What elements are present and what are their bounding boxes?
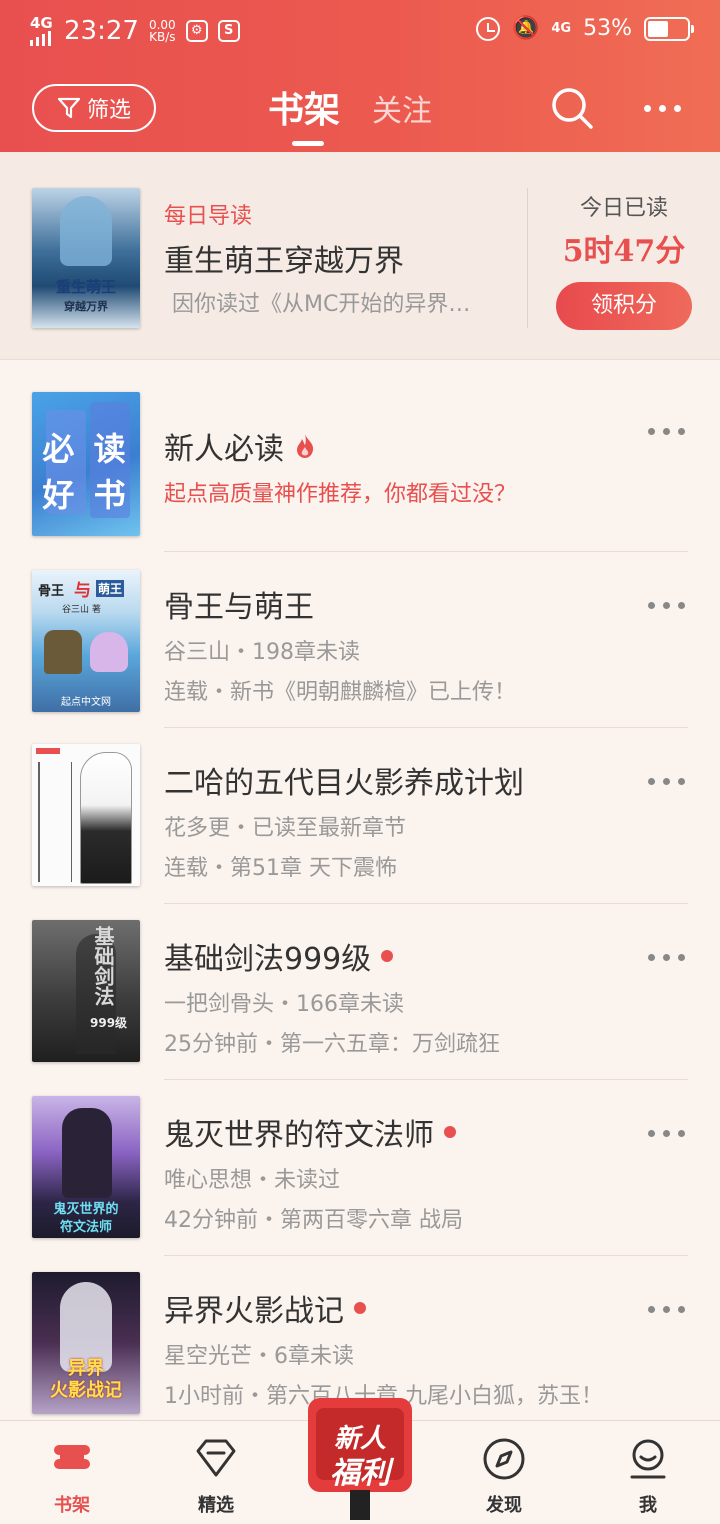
- book-update: 42分钟前・第两百零六章 战局: [164, 1208, 463, 1233]
- new-user-welfare-button[interactable]: 新人 福利: [302, 1396, 418, 1520]
- book-meta: 一把剑骨头・166章未读: [164, 992, 404, 1017]
- more-options-button[interactable]: [644, 96, 692, 120]
- row-more-button[interactable]: [648, 428, 685, 435]
- book-cover[interactable]: 骨王 与 萌王 谷三山 著 起点中文网: [32, 570, 140, 712]
- book-subtitle: 起点高质量神作推荐，你都看过没？: [164, 482, 517, 507]
- battery-icon: [644, 16, 694, 41]
- active-tab-indicator: [292, 141, 324, 146]
- user-icon: [630, 1439, 666, 1479]
- tab-bookshelf[interactable]: 书架: [268, 84, 341, 146]
- daily-book-title[interactable]: 重生萌王穿越万界: [164, 236, 404, 280]
- book-meta: 唯心思想・未读过: [164, 1168, 341, 1193]
- list-item[interactable]: 基础剑法 999级 基础剑法999级 一把剑骨头・166章未读 25分钟前・第一…: [0, 888, 720, 1064]
- row-more-button[interactable]: [648, 1306, 685, 1313]
- filter-label: 筛选: [86, 98, 131, 123]
- daily-guide-banner[interactable]: 重生萌王 穿越万界 每日导读 重生萌王穿越万界 因你读过《从MC开始的异界… 今…: [0, 152, 720, 360]
- nav-me[interactable]: 我: [598, 1421, 698, 1521]
- list-item[interactable]: 骨王 与 萌王 谷三山 著 起点中文网 骨王与萌王 谷三山・198章未读 连载・…: [0, 536, 720, 712]
- daily-book-cover[interactable]: 重生萌王 穿越万界: [32, 188, 140, 328]
- book-meta: 花多更・已读至最新章节: [164, 816, 407, 841]
- divider: [527, 188, 528, 328]
- book-title: 基础剑法999级: [164, 934, 394, 978]
- list-item[interactable]: 异界 火影战记 异界火影战记 星空光芒・6章未读 1小时前・第六百八十章 九尾小…: [0, 1240, 720, 1416]
- bookshelf-icon: [54, 1445, 90, 1469]
- message-notification-icon: S: [217, 20, 240, 42]
- book-title: 二哈的五代目火影养成计划: [164, 766, 524, 801]
- today-read-label: 今日已读: [579, 196, 668, 221]
- book-cover[interactable]: 必 读 好 书: [32, 392, 140, 536]
- book-meta: 谷三山・198章未读: [164, 640, 360, 665]
- funnel-icon: [57, 97, 81, 119]
- book-cover[interactable]: 基础剑法 999级: [32, 920, 140, 1062]
- app-notification-icon: ⚙: [185, 20, 208, 42]
- claim-points-button[interactable]: 领积分: [556, 282, 692, 330]
- mute-icon: 🔕: [511, 15, 540, 41]
- book-title: 新人必读: [164, 424, 316, 468]
- battery-percent: 53%: [583, 16, 632, 41]
- book-update: 25分钟前・第一六五章：万剑疏狂: [164, 1032, 500, 1057]
- tab-bookshelf-label: 书架: [268, 90, 341, 131]
- header-tabs: 书架 关注: [268, 80, 432, 146]
- dot-icon: [659, 104, 666, 112]
- nav-discover[interactable]: 发现: [454, 1421, 554, 1521]
- book-update: 连载・新书《明朝麒麟楦》已上传！: [164, 680, 517, 705]
- filter-button[interactable]: 筛选: [32, 84, 156, 132]
- nav-discover-label: 发现: [486, 1495, 522, 1516]
- compass-icon: [483, 1438, 525, 1480]
- nav-bookshelf-label: 书架: [54, 1495, 90, 1516]
- search-button[interactable]: [548, 84, 596, 132]
- diamond-icon: [196, 1439, 236, 1477]
- nav-featured[interactable]: 精选: [166, 1421, 266, 1521]
- book-meta: 星空光芒・6章未读: [164, 1344, 354, 1369]
- list-item[interactable]: 必 读 好 书 新人必读 起点高质量神作推荐，你都看过没？: [0, 360, 720, 536]
- book-cover[interactable]: [32, 744, 140, 886]
- book-cover[interactable]: 异界 火影战记: [32, 1272, 140, 1414]
- book-update: 连载・第51章 天下震怖: [164, 856, 397, 881]
- today-read-time: 5时47分: [562, 234, 686, 269]
- signal-icon: 4G: [30, 16, 54, 46]
- book-title: 骨王与萌王: [164, 590, 314, 625]
- row-more-button[interactable]: [648, 1130, 685, 1137]
- dot-icon: [674, 104, 681, 112]
- status-bar: 4G 23:27 0.00 KB/s ⚙ S 🔕 4G 53%: [0, 0, 720, 66]
- tab-follow[interactable]: 关注: [372, 84, 432, 144]
- list-item[interactable]: 鬼灭世界的 符文法师 鬼灭世界的符文法师 唯心思想・未读过 42分钟前・第两百零…: [0, 1064, 720, 1240]
- app-header: 4G 23:27 0.00 KB/s ⚙ S 🔕 4G 53% 筛选 书架 关注: [0, 0, 720, 152]
- daily-description: 因你读过《从MC开始的异界…: [172, 292, 471, 317]
- welfare-bottom-label: 福利: [330, 1456, 390, 1491]
- alarm-icon: [475, 16, 500, 41]
- update-dot-icon: [444, 1126, 456, 1138]
- row-more-button[interactable]: [648, 954, 685, 961]
- book-cover[interactable]: 鬼灭世界的 符文法师: [32, 1096, 140, 1238]
- book-title: 异界火影战记: [164, 1286, 366, 1330]
- nav-bookshelf[interactable]: 书架: [22, 1421, 122, 1521]
- row-more-button[interactable]: [648, 778, 685, 785]
- update-dot-icon: [354, 1302, 366, 1314]
- net-speed: 0.00 KB/s: [148, 18, 176, 44]
- network-type: 4G: [30, 14, 53, 32]
- daily-kicker: 每日导读: [164, 204, 253, 229]
- list-item[interactable]: 二哈的五代目火影养成计划 花多更・已读至最新章节 连载・第51章 天下震怖: [0, 712, 720, 888]
- network-type-right: 4G: [551, 21, 572, 36]
- fire-icon: [297, 434, 314, 458]
- clock-time: 23:27: [64, 16, 139, 46]
- tab-follow-label: 关注: [372, 94, 433, 129]
- nav-me-label: 我: [639, 1495, 657, 1516]
- book-title: 鬼灭世界的符文法师: [164, 1110, 456, 1154]
- search-icon: [552, 88, 593, 129]
- dot-icon: [644, 104, 651, 112]
- row-more-button[interactable]: [648, 602, 685, 609]
- update-dot-icon: [381, 950, 394, 962]
- nav-featured-label: 精选: [198, 1495, 234, 1516]
